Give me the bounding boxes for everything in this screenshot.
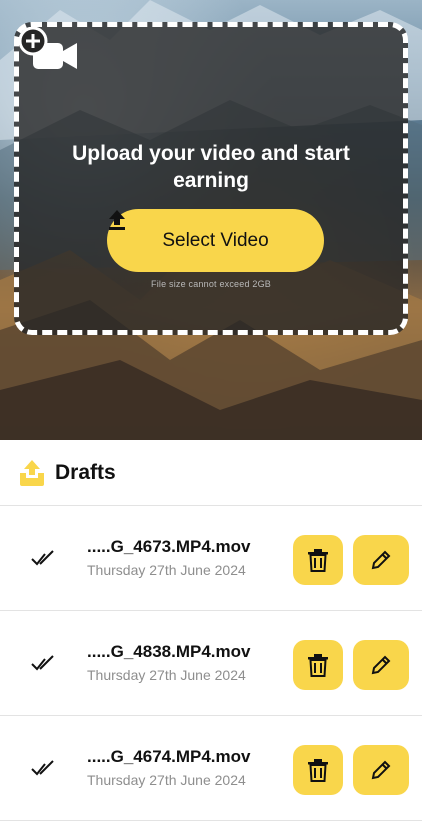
trash-icon: [308, 759, 328, 782]
upload-arrow-icon: [109, 210, 125, 230]
edit-draft-button[interactable]: [353, 745, 409, 795]
select-video-button[interactable]: Select Video: [107, 209, 324, 272]
draft-file-name: .....G_4838.MP4.mov: [87, 642, 251, 661]
upload-title: Upload your video and start earning: [72, 142, 350, 192]
draft-row: .....G_4674.MP4.mov Thursday 27th June 2…: [0, 716, 422, 821]
pencil-icon: [371, 655, 391, 675]
drafts-panel: Drafts .....G_4673.MP4.mov Thursday 27th…: [0, 440, 422, 821]
draft-file-name: .....G_4673.MP4.mov: [87, 537, 251, 556]
pencil-icon: [371, 550, 391, 570]
upload-drop-zone[interactable]: Upload your video and start earning Sele…: [14, 22, 408, 335]
trash-icon: [308, 549, 328, 572]
tray-upload-icon: [20, 459, 44, 486]
double-check-icon: [31, 550, 54, 566]
video-camera-plus-icon: [19, 27, 77, 69]
edit-draft-button[interactable]: [353, 640, 409, 690]
draft-file-name: .....G_4674.MP4.mov: [87, 747, 251, 766]
mountain-background: Upload your video and start earning Sele…: [0, 0, 422, 440]
delete-draft-button[interactable]: [293, 745, 343, 795]
double-check-icon: [31, 655, 54, 671]
select-video-label: Select Video: [162, 229, 269, 251]
file-size-note: File size cannot exceed 2GB: [151, 279, 271, 289]
draft-date: Thursday 27th June 2024: [87, 772, 246, 788]
delete-draft-button[interactable]: [293, 640, 343, 690]
draft-date: Thursday 27th June 2024: [87, 667, 246, 683]
draft-row: .....G_4838.MP4.mov Thursday 27th June 2…: [0, 611, 422, 716]
drafts-header: Drafts: [0, 440, 422, 506]
drafts-title: Drafts: [55, 460, 116, 484]
edit-draft-button[interactable]: [353, 535, 409, 585]
pencil-icon: [371, 760, 391, 780]
double-check-icon: [31, 760, 54, 776]
trash-icon: [308, 654, 328, 677]
delete-draft-button[interactable]: [293, 535, 343, 585]
draft-row: .....G_4673.MP4.mov Thursday 27th June 2…: [0, 506, 422, 611]
draft-date: Thursday 27th June 2024: [87, 562, 246, 578]
